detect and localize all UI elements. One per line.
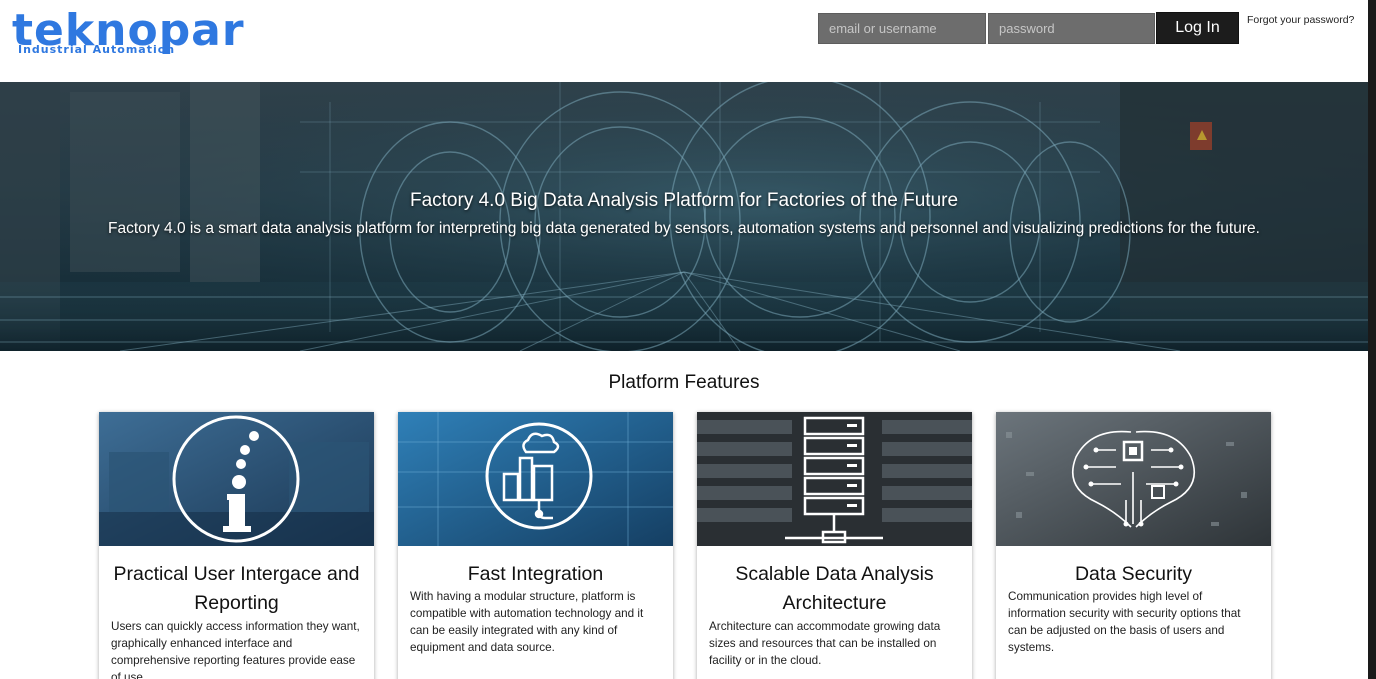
hero-banner: Factory 4.0 Big Data Analysis Platform f… [0,82,1368,351]
feature-card-scalable-architecture[interactable]: Scalable Data Analysis Architecture Arch… [697,412,972,679]
feature-image [398,412,673,546]
feature-title: Data Security [1074,563,1193,585]
feature-description: Users can quickly access information the… [111,620,360,679]
circuit-brain-icon [996,412,1271,546]
password-input[interactable] [988,13,1155,44]
header: teknopar Industrial Automation Log In Fo… [0,0,1368,82]
feature-image [996,412,1271,546]
feature-image [697,412,972,546]
login-button[interactable]: Log In [1156,12,1239,44]
feature-card-fast-integration[interactable]: Fast Integration With having a modular s… [398,412,673,679]
window-edge [1368,0,1376,679]
logo-tagline: Industrial Automation [18,43,176,56]
feature-title: Scalable Data Analysis Architecture [735,563,934,614]
teknopar-logo[interactable]: teknopar Industrial Automation [12,8,282,58]
hero-subtitle: Factory 4.0 is a smart data analysis pla… [108,220,1260,237]
feature-title: Practical User Intergace and Reporting [113,563,360,614]
features-heading: Platform Features [608,372,760,393]
feature-card-user-interface[interactable]: Practical User Intergace and Reporting U… [99,412,374,679]
hero-title: Factory 4.0 Big Data Analysis Platform f… [409,190,959,211]
server-icon [697,412,972,546]
forgot-password-link[interactable]: Forgot your password? [1247,14,1354,26]
feature-description: With having a modular structure, platfor… [410,590,644,654]
page: teknopar Industrial Automation Log In Fo… [0,0,1368,679]
feature-description: Communication provides high level of inf… [1008,590,1241,654]
factory-icon [398,412,673,546]
feature-image [99,412,374,546]
hero-background-image [0,82,1368,351]
info-icon [99,412,374,546]
feature-title: Fast Integration [467,563,604,585]
feature-card-data-security[interactable]: Data Security Communication provides hig… [996,412,1271,679]
email-input[interactable] [818,13,986,44]
feature-description: Architecture can accommodate growing dat… [709,620,941,667]
